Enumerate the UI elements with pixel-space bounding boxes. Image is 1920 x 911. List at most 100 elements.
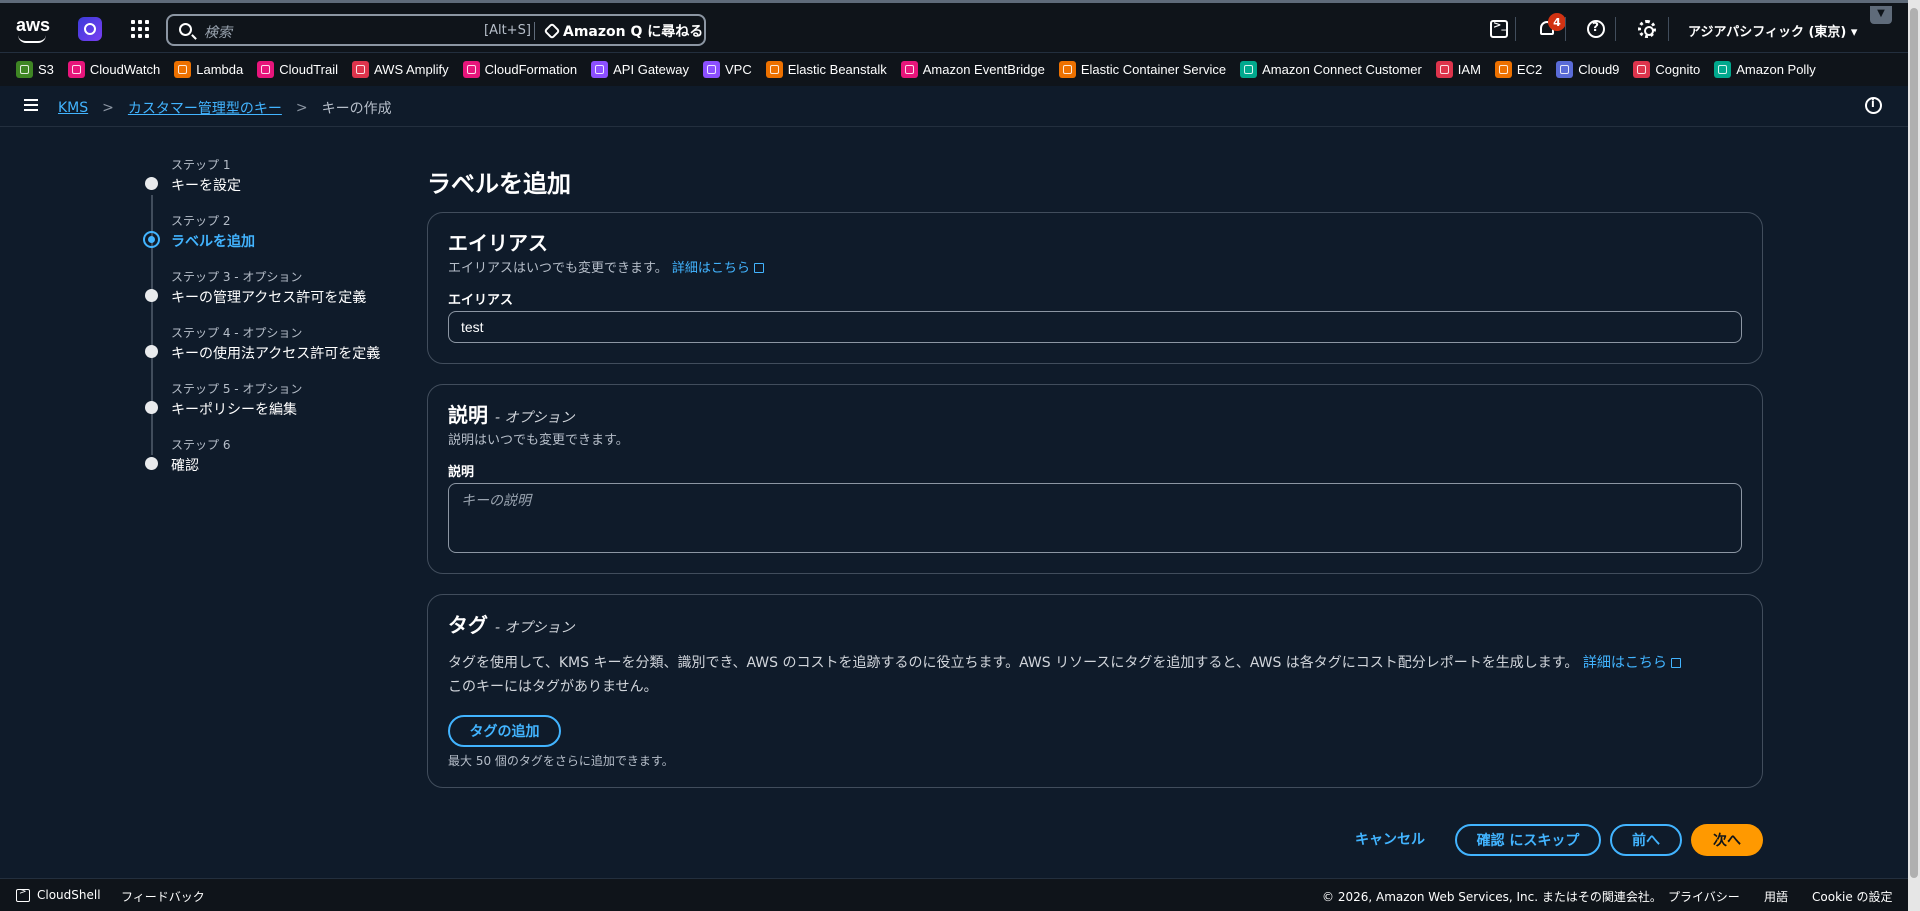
favorite-s3[interactable]: S3: [16, 61, 54, 78]
service-icon: [67, 61, 85, 78]
tags-learn-more-link[interactable]: 詳細はこちら: [1583, 655, 1681, 671]
description-textarea[interactable]: キーの説明: [448, 483, 1742, 553]
service-icon: [765, 61, 783, 78]
favorite-cloud9[interactable]: Cloud9: [1556, 61, 1619, 78]
favorite-label: API Gateway: [613, 62, 690, 77]
cloudshell-icon[interactable]: [1490, 20, 1508, 38]
breadcrumb-customer-managed-keys[interactable]: カスタマー管理型のキー: [128, 98, 282, 118]
services-grid-icon[interactable]: [131, 20, 149, 38]
step-name: ラベルを追加: [171, 234, 255, 250]
footer-cookie-link[interactable]: Cookie の設定: [1812, 888, 1893, 905]
aws-logo[interactable]: aws: [16, 15, 50, 43]
step-6: ステップ 6 確認: [140, 432, 400, 488]
menu-hamburger-icon[interactable]: [24, 99, 38, 111]
wizard-steps: ステップ 1 キーを設定 ステップ 2 ラベルを追加 ステップ 3 - オプションキ…: [140, 152, 400, 488]
footer-feedback-link[interactable]: フィードバック: [121, 888, 205, 905]
service-icon: [1556, 61, 1574, 78]
alias-description: エイリアスはいつでも変更できます。 詳細はこちら: [448, 257, 764, 276]
favorite-amazon-connect-customer[interactable]: Amazon Connect Customer: [1240, 61, 1422, 78]
step-label: ステップ 4 - オプション: [171, 326, 303, 340]
favorite-ec2[interactable]: EC2: [1494, 61, 1542, 78]
tags-description: タグを使用して、KMS キーを分類、識別でき、AWS のコストを追跡するのに役立…: [448, 652, 1681, 672]
favorite-cloudformation[interactable]: CloudFormation: [462, 61, 577, 78]
add-tag-button[interactable]: タグの追加: [448, 715, 561, 747]
favorite-label: CloudTrail: [279, 62, 338, 77]
info-icon[interactable]: [1865, 97, 1882, 114]
page-title: ラベルを追加: [427, 170, 571, 198]
footer-copyright: © 2026, Amazon Web Services, Inc. またはその関…: [1322, 890, 1662, 904]
favorite-api-gateway[interactable]: API Gateway: [591, 61, 689, 78]
next-button[interactable]: 次へ: [1691, 824, 1763, 856]
settings-gear-icon[interactable]: [1638, 20, 1656, 38]
service-icon: [351, 61, 369, 78]
chevron-right-icon: >: [102, 100, 114, 116]
previous-button[interactable]: 前へ: [1610, 824, 1682, 856]
ask-amazon-q-button[interactable]: Amazon Q に尋ねる: [543, 21, 704, 41]
region-selector[interactable]: アジアパシフィック (東京): [1688, 21, 1857, 40]
search-shortcut: [Alt+S]: [484, 23, 531, 38]
step-3: ステップ 3 - オプション キーの管理アクセス許可を定義: [140, 264, 400, 320]
favorite-label: Lambda: [196, 62, 244, 77]
breadcrumb: KMS > カスタマー管理型のキー > キーの作成: [58, 98, 392, 118]
service-icon: [1435, 61, 1453, 78]
breadcrumb-kms[interactable]: KMS: [58, 100, 88, 116]
ask-q-label: Amazon Q に尋ねる: [563, 24, 704, 40]
description-panel: 説明 - オプション 説明はいつでも変更できます。 説明 キーの説明: [427, 384, 1763, 574]
service-icon: [1240, 61, 1258, 78]
service-icon: [591, 61, 609, 78]
service-icon: [1058, 61, 1076, 78]
alias-field-label: エイリアス: [448, 293, 514, 308]
collapse-chevron-icon[interactable]: ▼: [1870, 6, 1892, 24]
step-2: ステップ 2 ラベルを追加: [140, 208, 400, 264]
chevron-right-icon: >: [295, 100, 308, 116]
top-navigation: aws 検索 [Alt+S] Amazon Q に尋ねる 4 アジアパシフィック…: [0, 0, 1908, 52]
favorite-label: Elastic Beanstalk: [787, 62, 887, 77]
favorite-label: IAM: [1457, 62, 1481, 77]
footer-privacy-link[interactable]: プライバシー: [1668, 888, 1740, 905]
step-name[interactable]: キーを設定: [171, 175, 241, 195]
favorite-aws-amplify[interactable]: AWS Amplify: [351, 61, 449, 78]
service-icon: [257, 61, 275, 78]
help-icon[interactable]: [1587, 20, 1605, 38]
favorite-lambda[interactable]: Lambda: [174, 61, 243, 78]
skip-to-review-button[interactable]: 確認 にスキップ: [1455, 824, 1601, 856]
favorite-label: Amazon EventBridge: [922, 62, 1045, 77]
breadcrumb-bar: KMS > カスタマー管理型のキー > キーの作成: [0, 87, 1908, 127]
step-label: ステップ 2: [171, 214, 231, 228]
cancel-button[interactable]: キャンセル: [1355, 829, 1425, 849]
step-dot-icon: [145, 177, 158, 190]
alias-panel: エイリアス エイリアスはいつでも変更できます。 詳細はこちら エイリアス tes…: [427, 212, 1763, 364]
favorites-bar: S3 CloudWatch Lambda CloudTrail AWS Amplify C…: [0, 52, 1908, 86]
favorite-cognito[interactable]: Cognito: [1633, 61, 1700, 78]
step-dot-icon: [143, 231, 160, 248]
service-icon: [900, 61, 918, 78]
step-dot-icon: [145, 345, 158, 358]
favorite-amazon-eventbridge[interactable]: Amazon EventBridge: [900, 61, 1045, 78]
service-icon: [1714, 61, 1732, 78]
favorite-cloudwatch[interactable]: CloudWatch: [67, 61, 160, 78]
favorite-elastic-beanstalk[interactable]: Elastic Beanstalk: [765, 61, 887, 78]
step-label: ステップ 3 - オプション: [171, 270, 303, 284]
alias-heading: エイリアス: [448, 231, 548, 255]
favorite-amazon-polly[interactable]: Amazon Polly: [1714, 61, 1816, 78]
footer-terms-link[interactable]: 用語: [1764, 888, 1788, 905]
step-label: ステップ 1: [171, 158, 231, 172]
favorite-iam[interactable]: IAM: [1435, 61, 1481, 78]
tags-heading: タグ - オプション: [448, 613, 575, 637]
favorite-elastic-container-service[interactable]: Elastic Container Service: [1058, 61, 1226, 78]
breadcrumb-current: キーの作成: [321, 101, 392, 117]
alias-input[interactable]: test: [448, 311, 1742, 343]
step-name: 確認: [171, 458, 199, 474]
favorite-vpc[interactable]: VPC: [703, 61, 752, 78]
footer-cloudshell-link[interactable]: CloudShell: [37, 888, 101, 902]
favorite-cloudtrail[interactable]: CloudTrail: [257, 61, 338, 78]
favorite-label: Cloud9: [1578, 62, 1620, 77]
description-helper: 説明はいつでも変更できます。: [448, 433, 629, 448]
search-input[interactable]: 検索 [Alt+S] Amazon Q に尋ねる: [166, 14, 706, 46]
page-scrollbar[interactable]: [1908, 0, 1920, 911]
alias-learn-more-link[interactable]: 詳細はこちら: [672, 261, 764, 276]
favorite-label: Amazon Polly: [1736, 62, 1816, 77]
amazon-q-icon[interactable]: [78, 17, 102, 41]
step-label: ステップ 6: [171, 438, 231, 452]
step-dot-icon: [145, 457, 158, 470]
